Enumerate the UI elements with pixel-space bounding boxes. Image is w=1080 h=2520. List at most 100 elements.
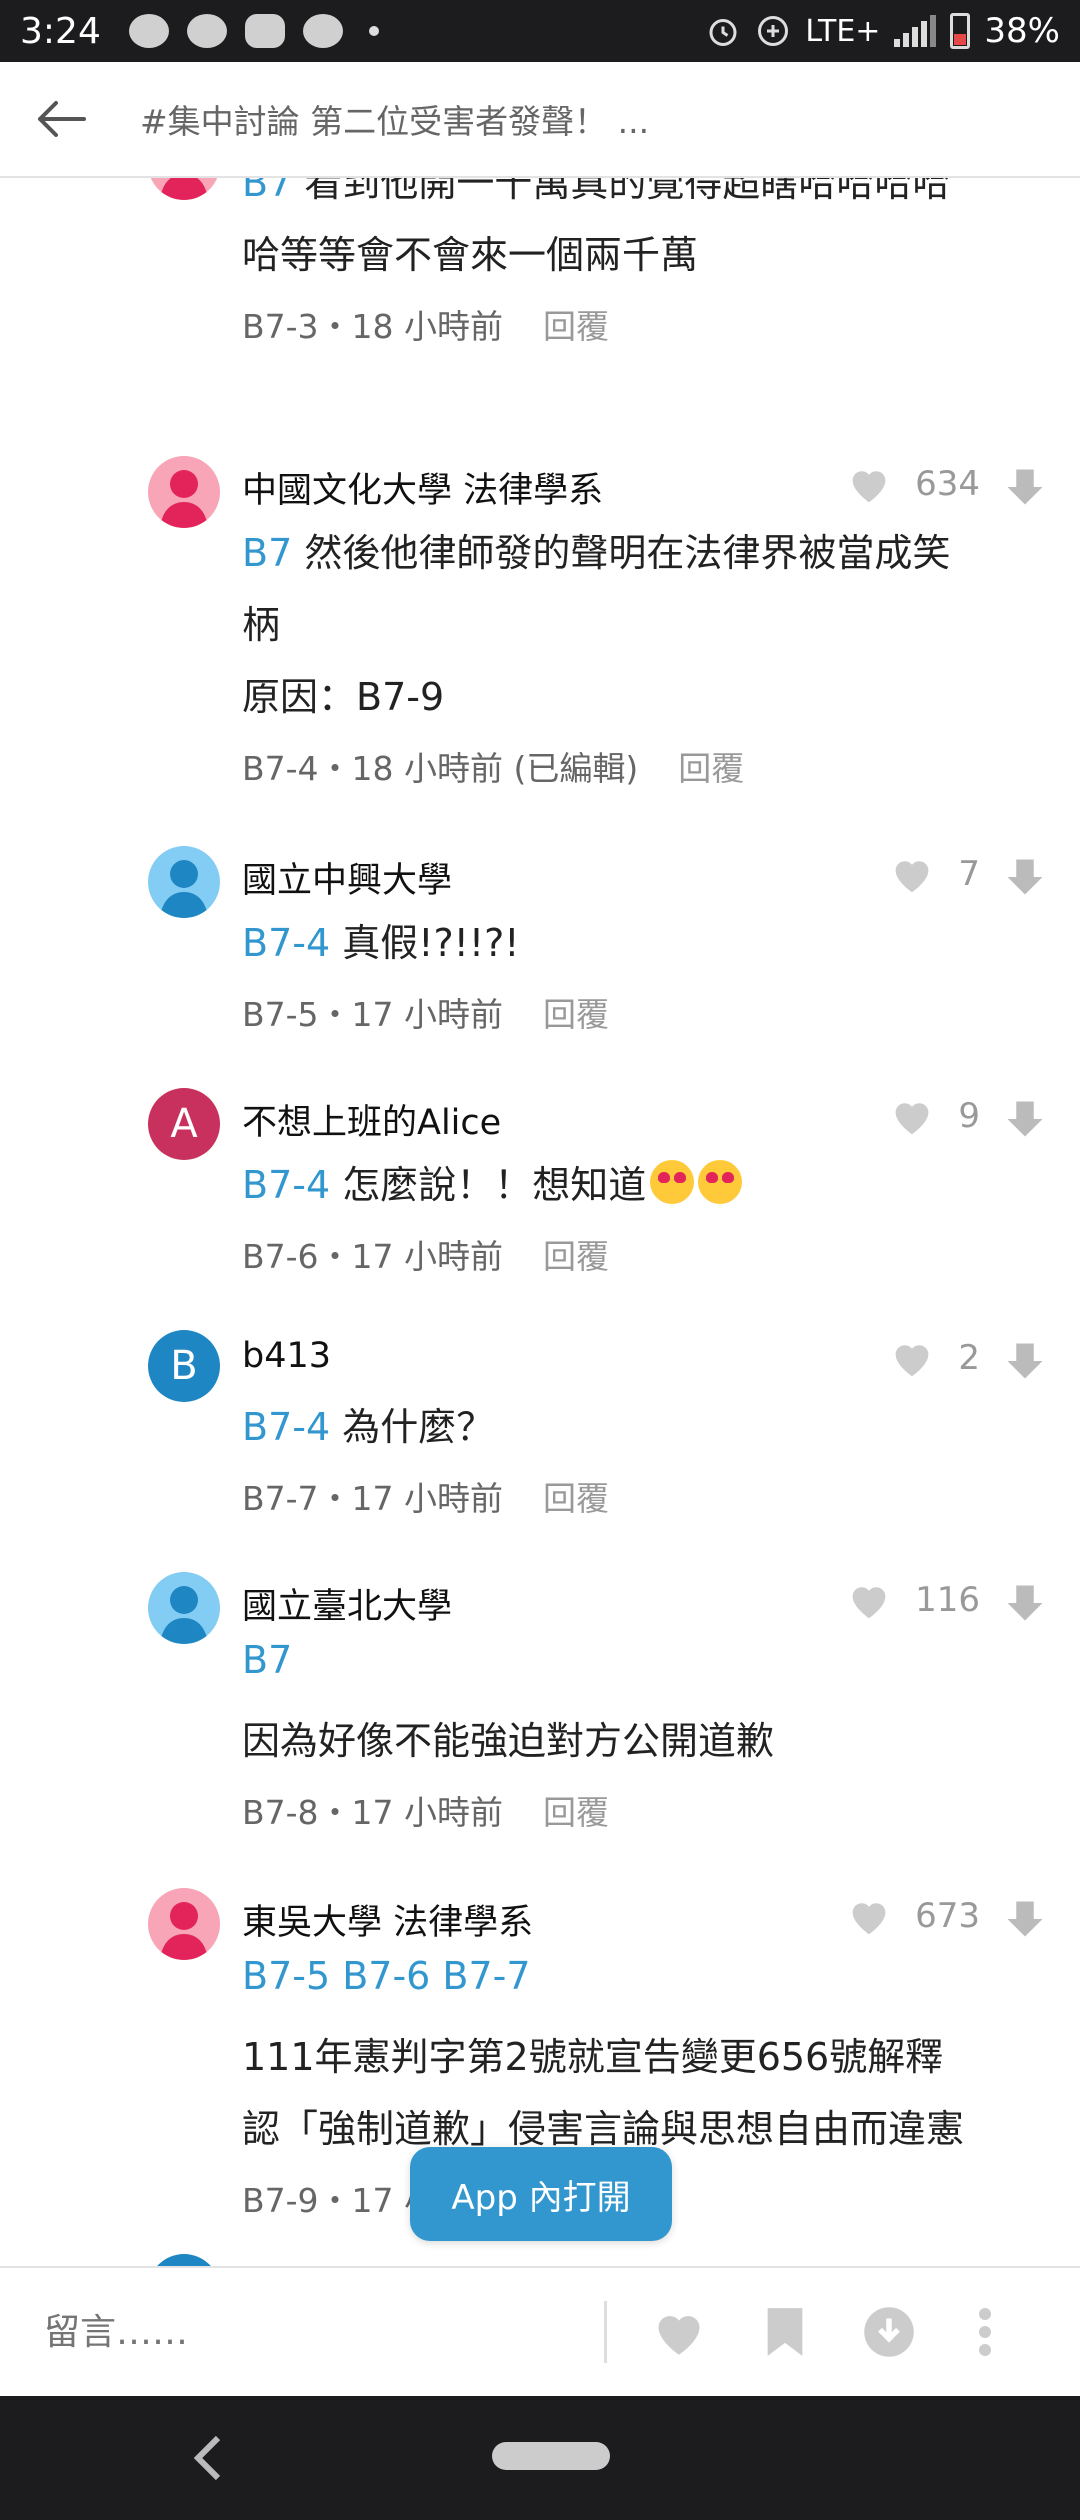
comment-input[interactable] [44,2282,604,2382]
app-header: #集中討論 第二位受害者發聲！ ... [0,62,1080,178]
page-title: #集中討論 第二位受害者發聲！ ... [140,102,650,141]
heart-icon [852,1903,886,1935]
floor-reference-link[interactable]: B7-5 B7-6 B7-7 [242,1954,531,1998]
avatar[interactable] [148,1888,220,1960]
avatar-silhouette-icon [160,860,208,918]
comment-text-line: B7-5 B7-6 B7-7 [242,1954,531,1998]
comment-text: 認「強制道歉」侵害言論與思想自由而違憲 [242,2107,965,2151]
heart-icon [852,471,886,503]
like-count: 7 [958,854,980,894]
avatar[interactable] [148,1572,220,1644]
comment-floor-time: B7-3・18 小時前 [242,307,504,346]
comment-dislike-button[interactable] [1004,856,1046,898]
avatar[interactable]: A [148,1088,220,1160]
line-icon [244,14,285,48]
like-post-button[interactable] [649,2302,709,2362]
comment-item: 國立臺北大學 116 B7 因為好像不能強迫對方公開道歉 B7-8・17 小時前 回覆 [0,1556,1080,1846]
comment-floor-time: B7-4・18 小時前 (已編輯) [242,749,639,788]
avatar[interactable] [148,846,220,918]
comment-text: 真假!?!!?! [330,921,520,965]
comment-text: 哈等等會不會來一個兩千萬 [242,233,699,277]
floor-reference-link[interactable]: B7-4 [242,921,330,965]
arrow-down-icon [1007,1901,1043,1937]
comment-text: 因為好像不能強迫對方公開道歉 [242,1719,775,1763]
notification-icons [128,14,379,48]
alarm-icon [709,19,737,46]
floor-reference-link[interactable]: B7-4 [242,1163,330,1207]
comment-author: 國立中興大學 [242,861,453,901]
comment-like-button[interactable]: 634 [847,464,980,504]
comment-text: 怎麼說！！想知道 [330,1163,647,1207]
comment-text-line: 因為好像不能強迫對方公開道歉 [242,1710,774,1765]
comment-input-bar [0,2266,1080,2396]
signal-icon [894,15,937,47]
heart-eyes-emoji-icon [698,1160,743,1204]
avatar-silhouette-icon [160,1586,208,1644]
comment-dislike-button[interactable] [1004,1898,1046,1940]
comment-meta: B7-5・17 小時前 回覆 [242,988,609,1036]
message-icon [128,14,169,48]
comment-like-button[interactable]: 116 [847,1580,980,1620]
comment-text: 原因：B7-9 [242,675,445,719]
avatar[interactable] [148,2254,220,2266]
open-in-app-button[interactable]: App 內打開 [410,2147,672,2241]
avatar[interactable]: B [148,1330,220,1402]
status-right: LTE+ 38% [705,11,1060,51]
arrow-down-icon [1007,1585,1043,1621]
floor-reference-link[interactable]: B7 [242,1638,292,1682]
comment-author: 東吳大學 法律學系 [242,1903,534,1943]
status-time: 3:24 [20,10,101,52]
bookmark-button[interactable] [755,2302,815,2362]
like-count: 2 [958,1338,980,1378]
arrow-down-icon [1007,1343,1043,1379]
heart-icon [852,1587,886,1619]
avatar-silhouette-icon [160,1902,208,1960]
reply-button[interactable]: 回覆 [543,1479,609,1518]
messenger-icon [302,14,343,48]
avatar-letter: B [170,1343,198,1389]
comment-author: 不想上班的Alice [242,1103,502,1143]
comment-text-line: B7-4 真假!?!!?! [242,912,520,967]
floor-reference-link[interactable]: B7-4 [242,1405,330,1449]
comment-dislike-button[interactable] [1004,466,1046,508]
comment-dislike-button[interactable] [1004,1582,1046,1624]
whatsapp-icon [186,14,227,48]
comment-list: B7 看到他開一千萬真的覺得超瞎哈哈哈哈 哈等等會不會來一個兩千萬 B7-3・18 … [0,178,1080,2266]
comment-meta: B7-7・17 小時前 回覆 [242,1472,609,1520]
status-bar: 3:24 LTE+ 38% [0,0,1080,62]
download-button[interactable] [859,2302,919,2362]
comment-floor-time: B7-8・17 小時前 [242,1793,504,1832]
comment-item: Bb413 2 B7-4 為什麼？ B7-7・17 小時前 回覆 [0,1314,1080,1532]
reply-button[interactable]: 回覆 [543,1237,609,1276]
comment-like-button[interactable]: 673 [847,1896,980,1936]
comment-text-line: 原因：B7-9 [242,666,444,721]
floor-reference-link[interactable]: B7 [242,531,292,575]
more-vertical-icon [979,2308,991,2356]
reply-button[interactable]: 回覆 [678,749,744,788]
avatar[interactable] [148,456,220,528]
comment-text-line: B7 [242,1638,292,1682]
comment-item: A 不想上班的Alice 9 B7-4 怎麼說！！想知道 B7-6・17 小時前 回覆 [0,1072,1080,1290]
avatar[interactable] [148,178,220,200]
floor-reference-link[interactable]: B7 [242,178,292,205]
system-back-icon[interactable] [188,2434,228,2482]
comment-dislike-button[interactable] [1004,1098,1046,1140]
comment-like-button[interactable]: 9 [890,1096,980,1136]
comment-floor-time: B7-7・17 小時前 [242,1479,504,1518]
more-options-button[interactable] [955,2302,1015,2362]
battery-icon [950,13,971,49]
comment-dislike-button[interactable] [1004,1340,1046,1382]
network-type: LTE+ [805,13,881,49]
avatar-letter: A [170,1101,198,1147]
system-home-pill[interactable] [492,2442,610,2470]
comment-like-button[interactable]: 7 [890,854,980,894]
arrow-left-icon [38,101,86,137]
back-button[interactable] [0,61,120,177]
comment-like-button[interactable]: 2 [890,1338,980,1378]
like-count: 9 [958,1096,980,1136]
download-circle-icon [864,2307,914,2357]
reply-button[interactable]: 回覆 [543,1793,609,1832]
reply-button[interactable]: 回覆 [543,307,609,346]
like-count: 116 [915,1580,980,1620]
reply-button[interactable]: 回覆 [543,995,609,1034]
